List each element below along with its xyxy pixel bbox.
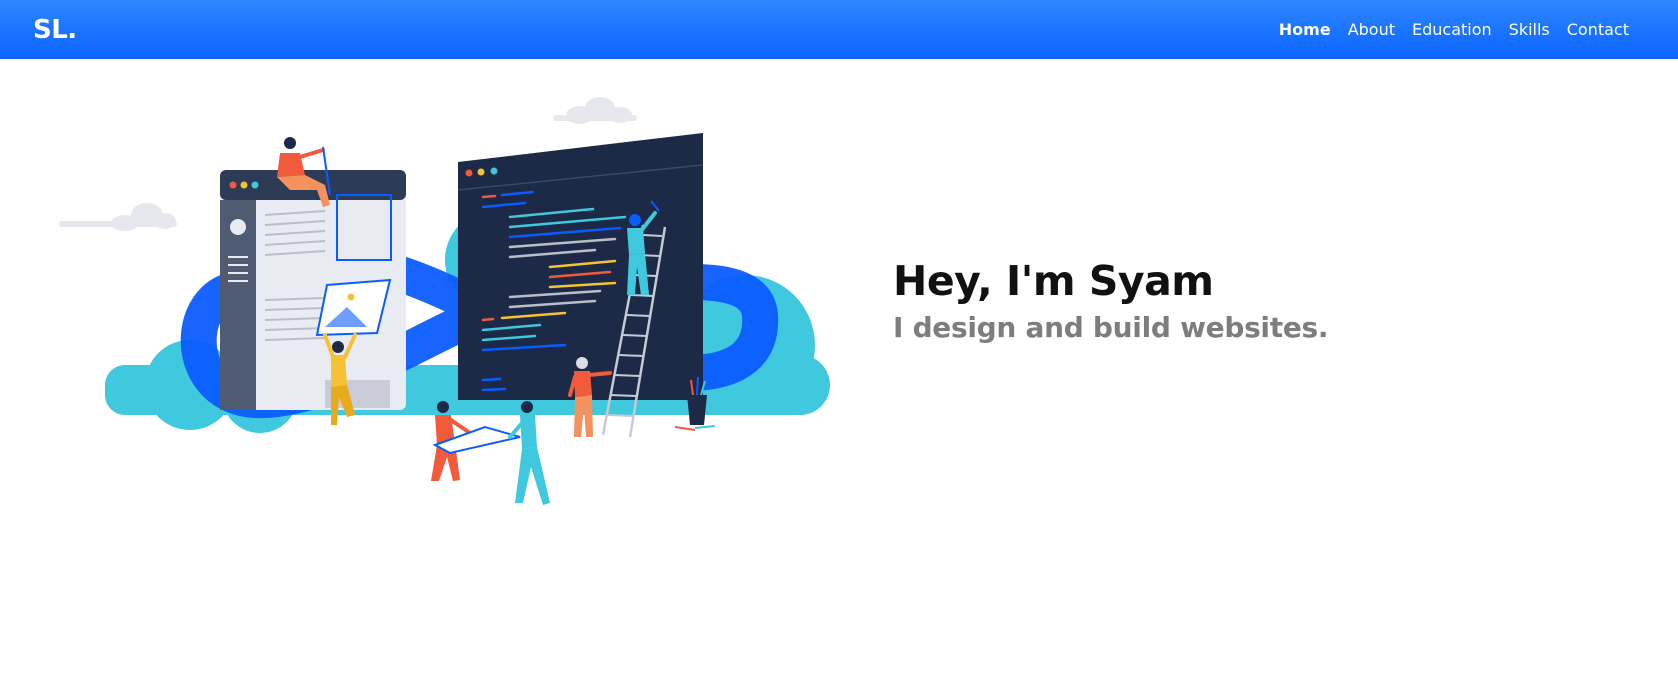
brand-logo[interactable]: SL. (33, 15, 77, 45)
hero-title: Hey, I'm Syam (893, 257, 1214, 305)
nav-about-link[interactable]: About (1348, 20, 1395, 39)
nav-skills-link[interactable]: Skills (1509, 20, 1550, 39)
top-navbar: SL. Home About Education Skills Contact (0, 0, 1678, 59)
hero-subtitle: I design and build websites. (893, 311, 1329, 345)
hero-text: Hey, I'm Syam I design and build website… (893, 257, 1329, 345)
people-carrying-frame (431, 401, 550, 505)
nav-home-link[interactable]: Home (1279, 20, 1331, 39)
nav-menu: Home About Education Skills Contact (1279, 20, 1629, 39)
nav-contact-link[interactable]: Contact (1567, 20, 1629, 39)
grey-cloud-left (59, 203, 177, 231)
nav-education-link[interactable]: Education (1412, 20, 1492, 39)
grey-cloud-top (553, 97, 637, 124)
hero-illustration (59, 97, 830, 505)
